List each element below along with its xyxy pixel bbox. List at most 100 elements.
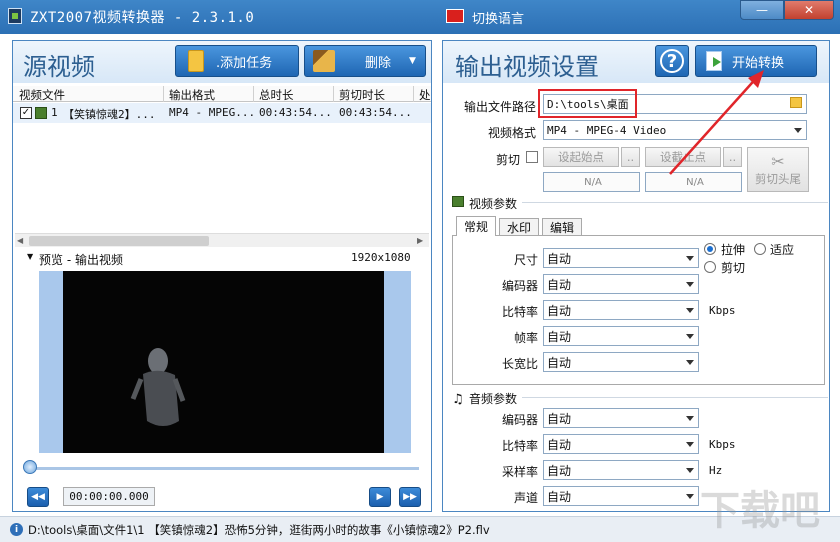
chevron-down-icon[interactable]: ▼: [409, 56, 416, 66]
video-field-select[interactable]: 自动: [543, 274, 699, 294]
video-file-icon: [35, 107, 47, 119]
video-field-value: 自动: [547, 355, 572, 370]
chevron-down-icon: [686, 282, 694, 287]
table-row[interactable]: ✓ 1 【笑镇惊魂2】... MP4 - MPEG... 00:43:54...…: [13, 103, 431, 123]
delete-button[interactable]: 删除 ▼: [304, 45, 426, 77]
col-cut-duration[interactable]: 剪切时长: [339, 87, 385, 103]
column-divider[interactable]: [333, 86, 334, 102]
output-title: 输出视频设置: [455, 53, 599, 81]
video-field-label: 尺寸: [513, 253, 538, 267]
rewind-icon[interactable]: ◀◀: [27, 487, 49, 507]
audio-field-label: 采样率: [501, 465, 538, 479]
video-field-value: 自动: [547, 329, 572, 344]
add-task-button[interactable]: .添加任务: [175, 45, 299, 77]
chevron-down-icon: [686, 442, 694, 447]
chevron-down-icon: [686, 494, 694, 499]
column-divider[interactable]: [413, 86, 414, 102]
preview-bar: ▼ 预览 - 输出视频 1920x1080: [13, 249, 431, 267]
audio-field-select[interactable]: 自动: [543, 408, 699, 428]
folder-icon: [188, 50, 204, 72]
time-display: 00:00:00.000: [63, 487, 155, 506]
scroll-right-icon[interactable]: ▶: [417, 236, 423, 245]
video-field-select[interactable]: 自动: [543, 300, 699, 320]
audio-field-label: 比特率: [501, 439, 538, 453]
switch-language-button[interactable]: 切换语言: [472, 8, 524, 27]
video-params-title: 视频参数: [469, 197, 518, 211]
column-divider[interactable]: [163, 86, 164, 102]
chevron-down-icon: [686, 468, 694, 473]
col-total-duration[interactable]: 总时长: [259, 87, 294, 103]
video-field-unit: Kbps: [709, 304, 736, 317]
add-task-label: .添加任务: [216, 55, 273, 71]
start-more-button[interactable]: ..: [621, 147, 640, 167]
window-title: ZXT2007视频转换器 - 2.3.1.0: [30, 10, 255, 26]
browse-folder-icon[interactable]: [790, 97, 802, 108]
video-figure: [130, 348, 186, 426]
video-field-select[interactable]: 自动: [543, 326, 699, 346]
audio-field-value: 自动: [547, 489, 572, 504]
video-params-icon: [452, 196, 464, 207]
chevron-down-icon: [686, 416, 694, 421]
cut-checkbox[interactable]: [526, 151, 538, 163]
chevron-down-icon: [686, 360, 694, 365]
tab-general[interactable]: 常规: [456, 216, 496, 236]
audio-field-select[interactable]: 自动: [543, 486, 699, 506]
scale-fit-radio[interactable]: [754, 243, 766, 255]
highlight-box: [538, 89, 637, 118]
set-start-button[interactable]: 设起始点: [543, 147, 619, 167]
video-field-value: 自动: [547, 251, 572, 266]
col-video-file[interactable]: 视频文件: [19, 87, 65, 103]
output-path-label: 输出文件路径: [464, 100, 537, 114]
task-list-header: 视频文件 输出格式 总时长 剪切时长 处: [13, 86, 431, 102]
video-field-value: 自动: [547, 303, 572, 318]
audio-field-unit: Hz: [709, 464, 723, 477]
chevron-down-icon: [794, 128, 802, 133]
video-field-select[interactable]: 自动: [543, 248, 699, 268]
close-button[interactable]: ✕: [784, 0, 834, 20]
preview-resolution: 1920x1080: [351, 251, 411, 264]
seek-bar[interactable]: [27, 467, 419, 470]
col-process[interactable]: 处: [419, 87, 431, 103]
audio-field-value: 自动: [547, 463, 572, 478]
video-field-label: 帧率: [513, 331, 538, 345]
play-icon[interactable]: ▶: [369, 487, 391, 507]
col-output-format[interactable]: 输出格式: [169, 87, 215, 103]
scroll-left-icon[interactable]: ◀: [17, 236, 23, 245]
language-flag-icon[interactable]: [446, 9, 464, 23]
delete-label: 删除: [365, 55, 392, 71]
column-divider[interactable]: [253, 86, 254, 102]
source-video-panel: 源视频 .添加任务 删除 ▼ 视频文件 输出格式 总时长 剪切时长 处 ✓ 1 …: [12, 40, 432, 512]
watermark-logo: 下载吧: [700, 488, 820, 534]
scale-stretch-radio[interactable]: [704, 243, 716, 255]
video-field-label: 长宽比: [501, 357, 538, 371]
tab-edit[interactable]: 编辑: [542, 218, 582, 236]
broom-icon: [313, 50, 335, 72]
chevron-down-icon: [686, 256, 694, 261]
audio-field-value: 自动: [547, 437, 572, 452]
scale-crop-radio[interactable]: [704, 261, 716, 273]
video-format-value: MP4 - MPEG-4 Video: [547, 123, 667, 137]
tab-watermark[interactable]: 水印: [499, 218, 539, 236]
video-preview[interactable]: [63, 271, 384, 453]
minimize-button[interactable]: —: [740, 0, 784, 20]
scrollbar-thumb[interactable]: [29, 236, 209, 246]
row-checkbox[interactable]: ✓: [20, 107, 32, 119]
source-header: 源视频 .添加任务 删除 ▼: [13, 41, 431, 83]
row-cut-duration: 00:43:54...: [339, 106, 412, 119]
fast-forward-icon[interactable]: ▶▶: [399, 487, 421, 507]
audio-field-unit: Kbps: [709, 438, 736, 451]
video-field-label: 编码器: [501, 279, 538, 293]
section-divider: [522, 202, 828, 203]
horizontal-scrollbar[interactable]: ◀ ▶: [15, 233, 429, 247]
audio-field-select[interactable]: 自动: [543, 434, 699, 454]
video-field-select[interactable]: 自动: [543, 352, 699, 372]
music-note-icon: ♫: [452, 392, 464, 407]
info-icon: i: [10, 523, 23, 536]
video-field-value: 自动: [547, 277, 572, 292]
source-title: 源视频: [23, 53, 95, 81]
row-duration: 00:43:54...: [259, 106, 332, 119]
collapse-arrow-icon[interactable]: ▼: [27, 252, 33, 261]
audio-field-select[interactable]: 自动: [543, 460, 699, 480]
video-format-label: 视频格式: [488, 126, 537, 140]
seek-handle[interactable]: [23, 460, 37, 474]
